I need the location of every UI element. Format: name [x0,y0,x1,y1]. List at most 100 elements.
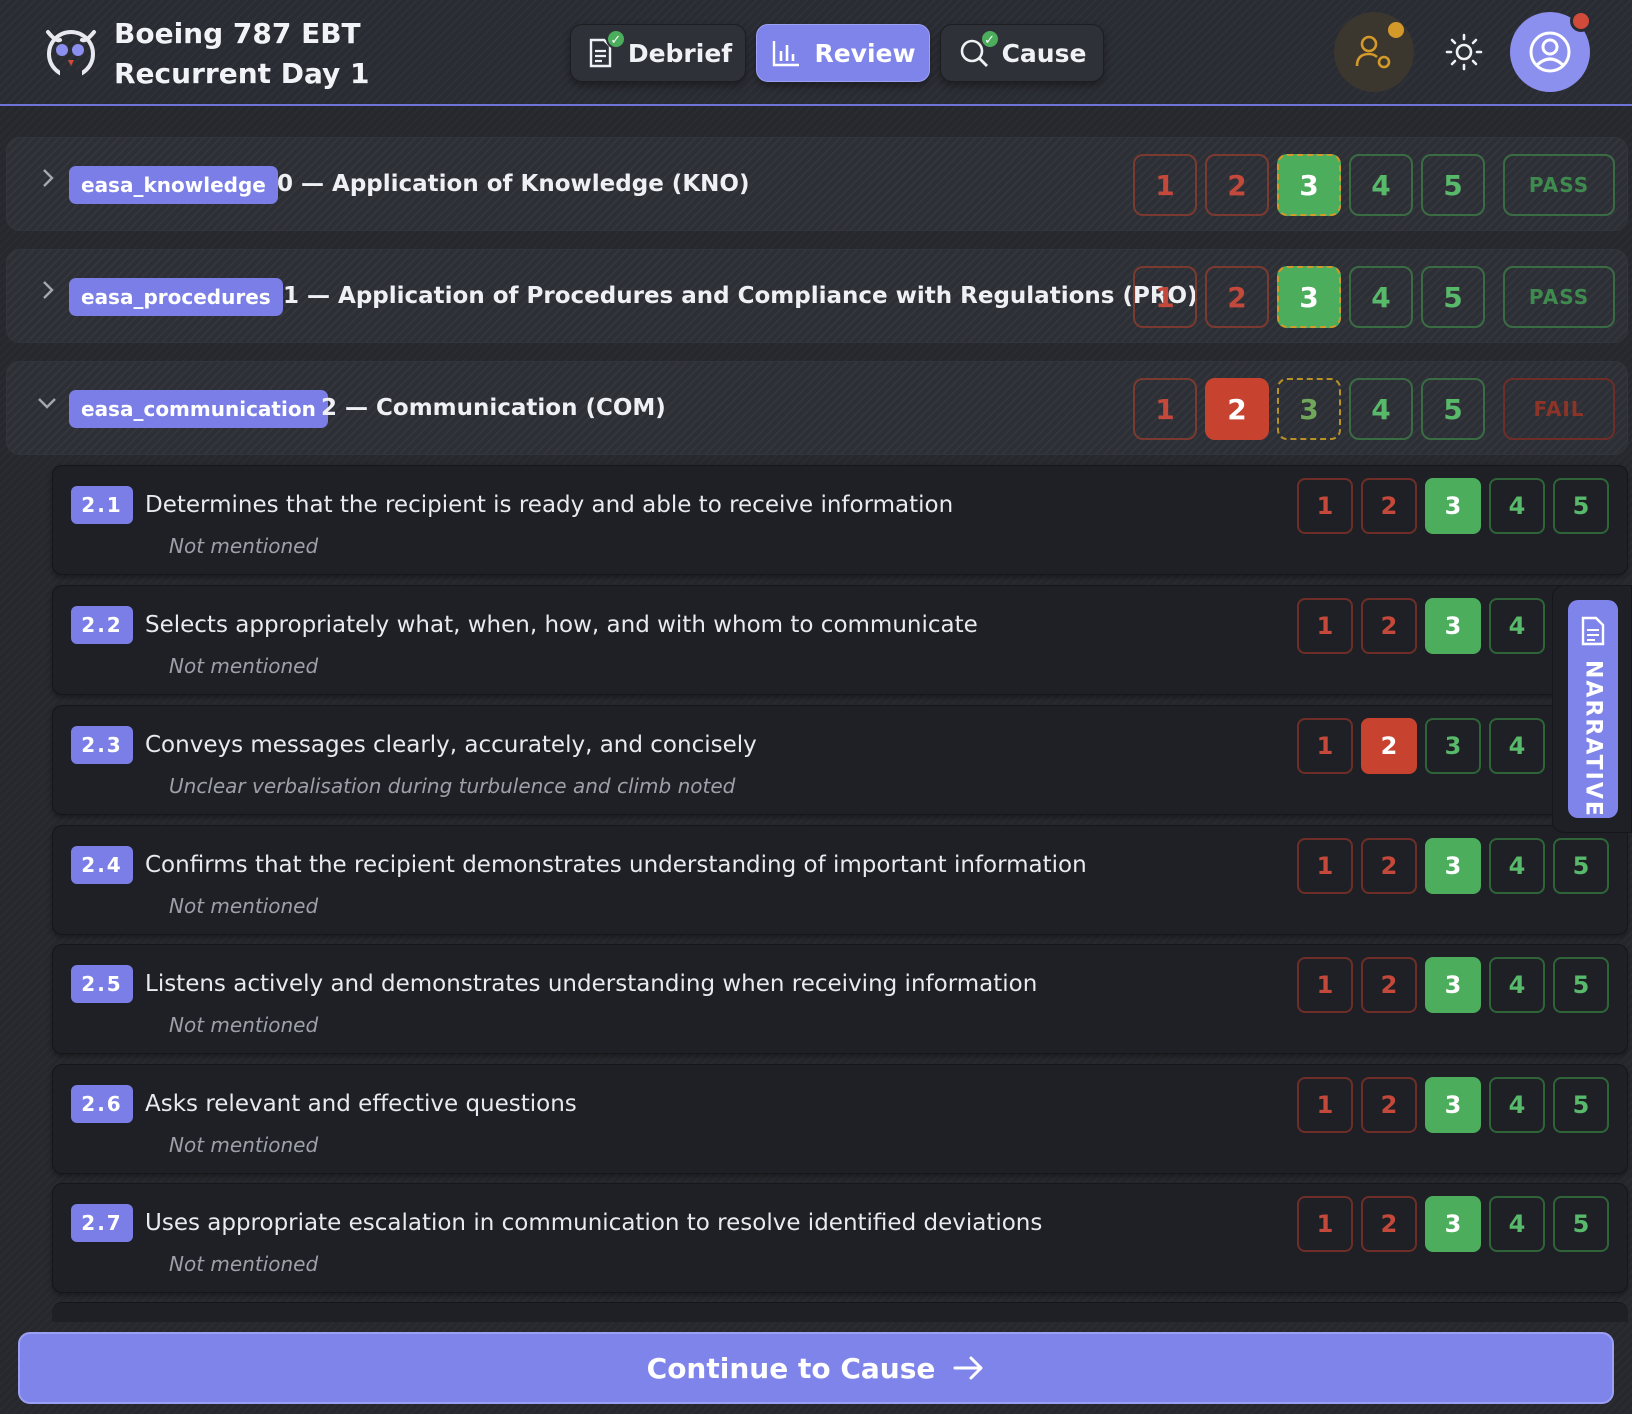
check-icon: ✓ [979,29,1000,49]
score-3-button[interactable]: 3 [1425,478,1481,534]
score-5-button[interactable]: 5 [1553,957,1609,1013]
competency-title: 2 — Communication (COM) [321,395,666,421]
behaviour-note: Not mentioned [169,894,319,918]
competency-tag: easa_knowledge [69,166,278,204]
score-3-button[interactable]: 3 [1425,598,1481,654]
user-gear-icon [1355,35,1391,69]
tab-review-label: Review [814,38,916,68]
score-4-button[interactable]: 4 [1489,598,1545,654]
behaviour-number: 2.3 [71,726,133,764]
behaviour-row: 2.2 Selects appropriately what, when, ho… [52,585,1628,695]
grade-2-button[interactable]: 2 [1205,378,1269,440]
theme-toggle-button[interactable] [1438,26,1490,78]
grade-1-button[interactable]: 1 [1133,266,1197,328]
score-4-button[interactable]: 4 [1489,957,1545,1013]
behaviour-row: 2.1 Determines that the recipient is rea… [52,465,1628,575]
score-1-button[interactable]: 1 [1297,957,1353,1013]
score-1-button[interactable]: 1 [1297,598,1353,654]
score-5-button[interactable]: 5 [1553,478,1609,534]
notification-dot [1388,22,1404,38]
grade-3-button[interactable]: 3 [1277,378,1341,440]
behaviour-row: 2.5 Listens actively and demonstrates un… [52,944,1628,1054]
behaviour-text: Listens actively and demonstrates unders… [145,971,1038,997]
score-4-button[interactable]: 4 [1489,838,1545,894]
behaviour-note: Not mentioned [169,1133,319,1157]
score-1-button[interactable]: 1 [1297,1077,1353,1133]
grade-1-button[interactable]: 1 [1133,378,1197,440]
competency-tag: easa_communication [69,390,328,428]
score-4-button[interactable]: 4 [1489,1077,1545,1133]
score-5-button[interactable]: 5 [1553,1196,1609,1252]
grade-5-button[interactable]: 5 [1421,378,1485,440]
score-1-button[interactable]: 1 [1297,478,1353,534]
behaviour-row: 2.6 Asks relevant and effective question… [52,1064,1628,1174]
score-1-button[interactable]: 1 [1297,1196,1353,1252]
tab-review[interactable]: Review [756,24,930,82]
score-2-button[interactable]: 2 [1361,957,1417,1013]
behaviour-note: Not mentioned [169,534,319,558]
check-icon: ✓ [605,29,626,49]
behaviour-note: Not mentioned [169,654,319,678]
score-2-button[interactable]: 2 [1361,1196,1417,1252]
behaviour-number: 2.7 [71,1204,133,1242]
behaviour-row-partial [52,1302,1628,1322]
grade-3-button[interactable]: 3 [1277,154,1341,216]
score-2-button[interactable]: 2 [1361,1077,1417,1133]
behaviour-number: 2.5 [71,965,133,1003]
score-4-button[interactable]: 4 [1489,1196,1545,1252]
chevron-down-icon[interactable] [35,390,59,414]
tab-cause-label: Cause [1001,38,1087,68]
grade-4-button[interactable]: 4 [1349,154,1413,216]
score-3-button[interactable]: 3 [1425,1077,1481,1133]
grade-2-button[interactable]: 2 [1205,266,1269,328]
competency-title: 1 — Application of Procedures and Compli… [283,283,1198,309]
grade-5-button[interactable]: 5 [1421,154,1485,216]
document-icon: ✓ [584,29,626,69]
score-4-button[interactable]: 4 [1489,478,1545,534]
behaviour-text: Confirms that the recipient demonstrates… [145,852,1087,878]
tab-debrief[interactable]: ✓ Debrief [570,24,746,82]
score-2-button[interactable]: 2 [1361,718,1417,774]
avatar-icon [1529,31,1571,73]
score-1-button[interactable]: 1 [1297,718,1353,774]
behaviour-text: Determines that the recipient is ready a… [145,492,954,518]
competency-row-kno[interactable]: easa_knowledge 0 — Application of Knowle… [6,137,1628,231]
competency-row-pro[interactable]: easa_procedures 1 — Application of Proce… [6,249,1628,343]
score-5-button[interactable]: 5 [1553,1077,1609,1133]
alert-dot [1570,10,1592,32]
search-icon: ✓ [958,29,1000,69]
sun-icon [1445,33,1483,71]
competency-tag: easa_procedures [69,278,283,316]
verdict-badge: PASS [1503,154,1615,216]
grade-4-button[interactable]: 4 [1349,378,1413,440]
profile-button[interactable] [1510,10,1592,92]
chevron-right-icon[interactable] [35,166,59,190]
narrative-button[interactable]: NARRATIVE [1568,600,1618,818]
score-3-button[interactable]: 3 [1425,957,1481,1013]
crew-settings-button[interactable] [1334,12,1414,92]
competency-row-com[interactable]: easa_communication 2 — Communication (CO… [6,361,1628,455]
chevron-right-icon[interactable] [35,278,59,302]
score-1-button[interactable]: 1 [1297,838,1353,894]
grade-5-button[interactable]: 5 [1421,266,1485,328]
score-2-button[interactable]: 2 [1361,838,1417,894]
score-2-button[interactable]: 2 [1361,598,1417,654]
grade-3-button[interactable]: 3 [1277,266,1341,328]
score-3-button[interactable]: 3 [1425,838,1481,894]
document-icon [1581,616,1605,646]
grade-2-button[interactable]: 2 [1205,154,1269,216]
app-header: Boeing 787 EBT Recurrent Day 1 ✓ Debrief… [0,0,1632,106]
grade-4-button[interactable]: 4 [1349,266,1413,328]
score-5-button[interactable]: 5 [1553,838,1609,894]
continue-to-cause-button[interactable]: Continue to Cause [18,1332,1614,1404]
verdict-badge: FAIL [1503,378,1615,440]
tab-cause[interactable]: ✓ Cause [940,24,1104,82]
grade-1-button[interactable]: 1 [1133,154,1197,216]
score-2-button[interactable]: 2 [1361,478,1417,534]
behaviour-text: Conveys messages clearly, accurately, an… [145,732,757,758]
narrative-label: NARRATIVE [1580,660,1606,818]
score-3-button[interactable]: 3 [1425,718,1481,774]
score-4-button[interactable]: 4 [1489,718,1545,774]
score-3-button[interactable]: 3 [1425,1196,1481,1252]
tab-debrief-label: Debrief [627,38,733,68]
